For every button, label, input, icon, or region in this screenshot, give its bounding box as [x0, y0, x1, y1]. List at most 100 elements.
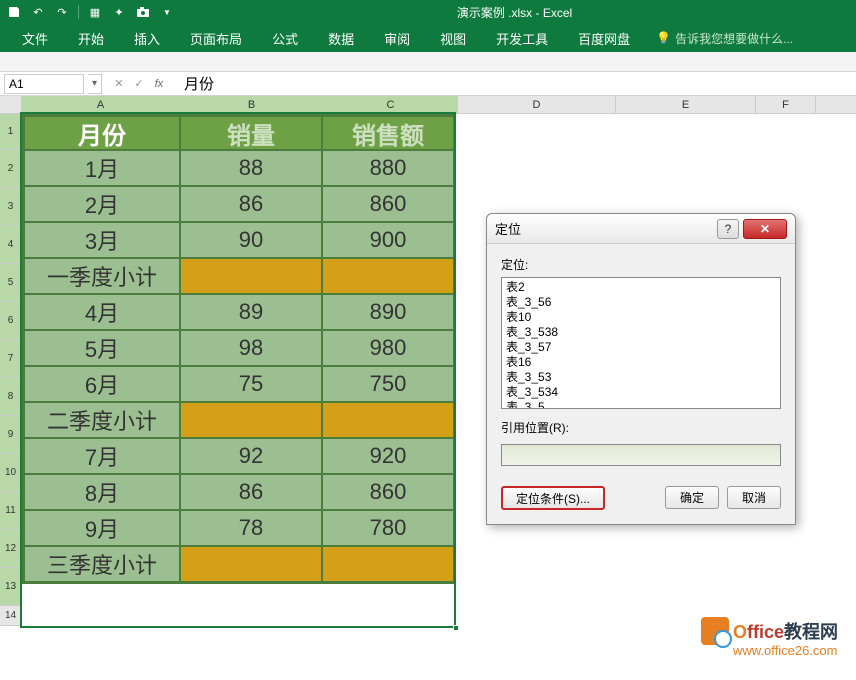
tab-review[interactable]: 审阅 — [370, 25, 424, 52]
cell[interactable]: 890 — [322, 294, 454, 330]
reference-input[interactable] — [501, 444, 781, 466]
tab-formulas[interactable]: 公式 — [258, 25, 312, 52]
row-header[interactable]: 7 — [0, 340, 22, 378]
tab-view[interactable]: 视图 — [426, 25, 480, 52]
fill-handle[interactable] — [453, 625, 459, 631]
cell[interactable]: 88 — [180, 150, 322, 186]
cell[interactable]: 750 — [322, 366, 454, 402]
cell[interactable]: 89 — [180, 294, 322, 330]
row-header[interactable]: 1 — [0, 114, 22, 150]
list-item[interactable]: 表_3_53 — [506, 370, 776, 385]
list-item[interactable]: 表16 — [506, 355, 776, 370]
col-header-a[interactable]: A — [22, 96, 180, 113]
row-header[interactable]: 3 — [0, 188, 22, 226]
cell[interactable]: 1月 — [24, 150, 180, 186]
cell[interactable] — [180, 258, 322, 294]
col-header-c[interactable]: C — [324, 96, 458, 113]
new-icon[interactable]: ✦ — [109, 2, 129, 22]
cell[interactable]: 920 — [322, 438, 454, 474]
tab-baidu[interactable]: 百度网盘 — [564, 25, 644, 52]
cell[interactable]: 92 — [180, 438, 322, 474]
col-header-f[interactable]: F — [756, 96, 816, 113]
cell[interactable]: 860 — [322, 474, 454, 510]
row-header[interactable]: 11 — [0, 492, 22, 530]
cell[interactable] — [322, 402, 454, 438]
cell[interactable] — [180, 402, 322, 438]
list-item[interactable]: 表_3_534 — [506, 385, 776, 400]
enter-icon[interactable]: ✓ — [130, 75, 148, 93]
row-header[interactable]: 8 — [0, 378, 22, 416]
list-item[interactable]: 表2 — [506, 280, 776, 295]
cancel-button[interactable]: 取消 — [727, 486, 781, 509]
ok-button[interactable]: 确定 — [665, 486, 719, 509]
camera-icon[interactable] — [133, 2, 153, 22]
formula-input[interactable]: 月份 — [176, 73, 856, 94]
header-cell[interactable]: 月份 — [24, 116, 180, 150]
header-cell[interactable]: 销量 — [180, 116, 322, 150]
cell[interactable] — [322, 258, 454, 294]
header-cell[interactable]: 销售额 — [322, 116, 454, 150]
cell[interactable]: 9月 — [24, 510, 180, 546]
cell[interactable]: 3月 — [24, 222, 180, 258]
cell[interactable]: 4月 — [24, 294, 180, 330]
cell[interactable] — [322, 546, 454, 582]
row-header[interactable]: 12 — [0, 530, 22, 568]
name-box-dropdown-icon[interactable]: ▾ — [88, 74, 102, 94]
cell[interactable]: 780 — [322, 510, 454, 546]
cell[interactable]: 7月 — [24, 438, 180, 474]
row-header[interactable]: 10 — [0, 454, 22, 492]
cell[interactable]: 78 — [180, 510, 322, 546]
cell[interactable]: 二季度小计 — [24, 402, 180, 438]
cell[interactable]: 860 — [322, 186, 454, 222]
list-item[interactable]: 表_3_57 — [506, 340, 776, 355]
redo-icon[interactable]: ↷ — [52, 2, 72, 22]
help-button[interactable]: ? — [717, 219, 739, 239]
tab-home[interactable]: 开始 — [64, 25, 118, 52]
cell[interactable]: 98 — [180, 330, 322, 366]
col-header-e[interactable]: E — [616, 96, 756, 113]
cell[interactable]: 2月 — [24, 186, 180, 222]
row-header[interactable]: 2 — [0, 150, 22, 188]
goto-list[interactable]: 表2 表_3_56 表10 表_3_538 表_3_57 表16 表_3_53 … — [501, 277, 781, 409]
tab-developer[interactable]: 开发工具 — [482, 25, 562, 52]
select-all-corner[interactable] — [0, 96, 22, 113]
undo-icon[interactable]: ↶ — [28, 2, 48, 22]
tab-file[interactable]: 文件 — [8, 25, 62, 52]
name-box[interactable]: A1 — [4, 74, 84, 94]
cell[interactable]: 5月 — [24, 330, 180, 366]
cell[interactable] — [180, 546, 322, 582]
row-header[interactable]: 5 — [0, 264, 22, 302]
tab-insert[interactable]: 插入 — [120, 25, 174, 52]
cell[interactable]: 86 — [180, 474, 322, 510]
col-header-b[interactable]: B — [180, 96, 324, 113]
cell[interactable]: 75 — [180, 366, 322, 402]
dialog-titlebar[interactable]: 定位 ? ✕ — [487, 214, 795, 244]
row-header[interactable]: 9 — [0, 416, 22, 454]
col-header-d[interactable]: D — [458, 96, 616, 113]
fx-icon[interactable]: fx — [150, 75, 168, 93]
row-header[interactable]: 6 — [0, 302, 22, 340]
tell-me-search[interactable]: 💡 告诉我您想要做什么... — [656, 30, 793, 47]
touch-mode-icon[interactable]: ▦ — [85, 2, 105, 22]
row-header[interactable]: 14 — [0, 606, 22, 626]
cell[interactable]: 8月 — [24, 474, 180, 510]
cell[interactable]: 90 — [180, 222, 322, 258]
save-icon[interactable] — [4, 2, 24, 22]
tab-data[interactable]: 数据 — [314, 25, 368, 52]
list-item[interactable]: 表_3_5 — [506, 400, 776, 409]
row-header[interactable]: 13 — [0, 568, 22, 606]
qat-dropdown-icon[interactable]: ▼ — [157, 2, 177, 22]
row-header[interactable]: 4 — [0, 226, 22, 264]
tab-pagelayout[interactable]: 页面布局 — [176, 25, 256, 52]
close-button[interactable]: ✕ — [743, 219, 787, 239]
list-item[interactable]: 表10 — [506, 310, 776, 325]
list-item[interactable]: 表_3_56 — [506, 295, 776, 310]
cell[interactable]: 980 — [322, 330, 454, 366]
special-button[interactable]: 定位条件(S)... — [501, 486, 605, 510]
cell[interactable]: 86 — [180, 186, 322, 222]
cancel-icon[interactable]: ✕ — [110, 75, 128, 93]
cell[interactable]: 880 — [322, 150, 454, 186]
cell[interactable]: 900 — [322, 222, 454, 258]
cell[interactable]: 三季度小计 — [24, 546, 180, 582]
list-item[interactable]: 表_3_538 — [506, 325, 776, 340]
